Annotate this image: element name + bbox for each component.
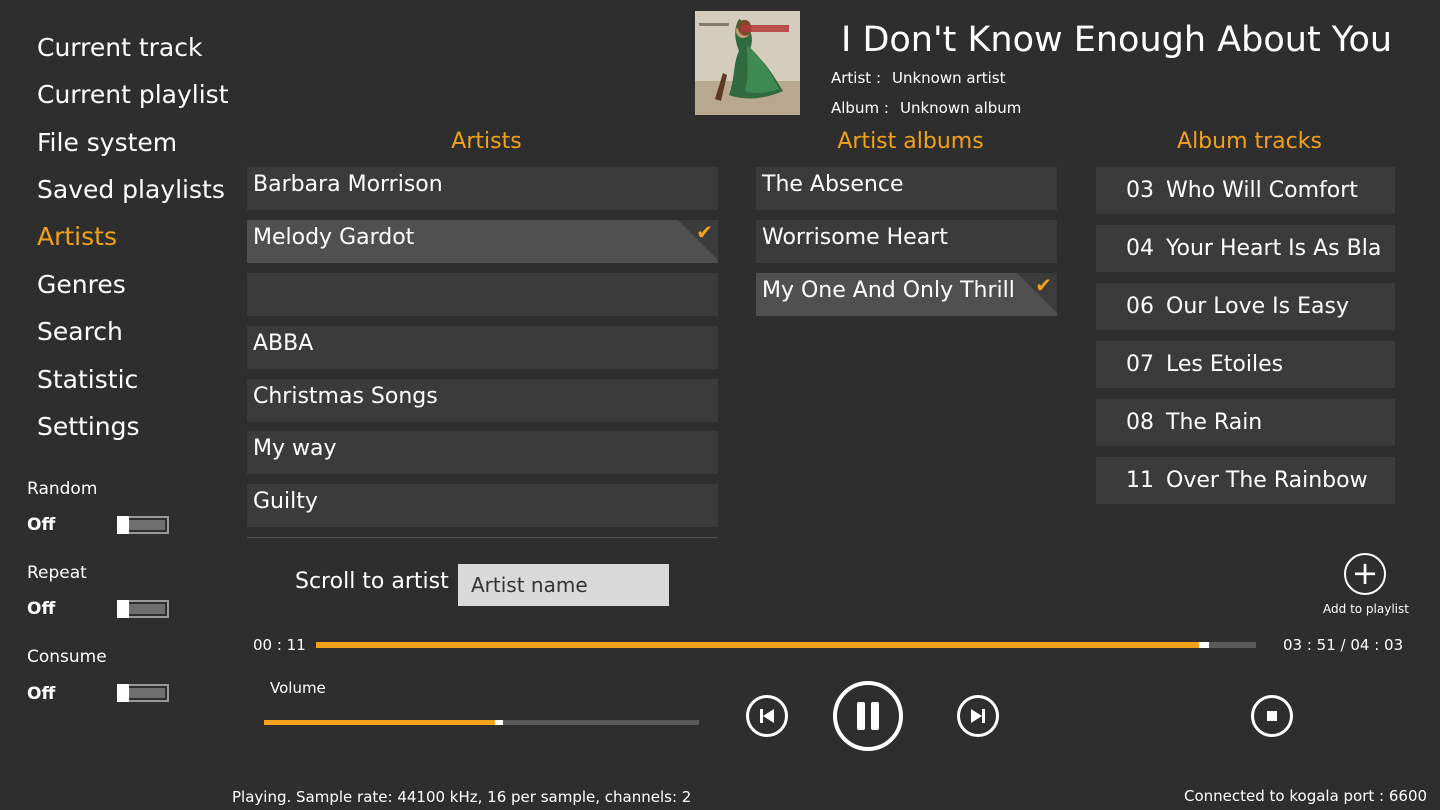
artist-item[interactable]: ABBA [247, 326, 718, 369]
track-item[interactable]: 07 Les Etoiles [1096, 341, 1395, 388]
volume-fill [264, 720, 499, 725]
track-item[interactable]: 03 Who Will Comfort [1096, 167, 1395, 214]
artist-item-label: Melody Gardot [253, 225, 415, 250]
checkmark-icon: ✔ [1035, 273, 1052, 297]
track-number: 04 [1126, 236, 1154, 261]
repeat-label: Repeat [27, 563, 87, 583]
album-item[interactable]: Worrisome Heart [756, 220, 1057, 263]
track-name: The Rain [1166, 410, 1263, 435]
track-number: 11 [1126, 468, 1154, 493]
previous-button[interactable] [746, 695, 788, 737]
album-art [695, 11, 800, 115]
nav-item-current-track[interactable]: Current track [37, 33, 202, 63]
artist-name-input[interactable] [458, 564, 669, 606]
artist-item[interactable]: Christmas Songs [247, 379, 718, 422]
add-to-playlist-label: Add to playlist [1323, 602, 1409, 616]
pause-icon [857, 702, 879, 730]
progress-thumb[interactable] [1199, 642, 1210, 648]
random-label: Random [27, 479, 98, 499]
track-number: 03 [1126, 178, 1154, 203]
random-value: Off [27, 515, 56, 535]
album-meta-value: Unknown album [900, 99, 1022, 117]
plus-icon: + [1351, 554, 1379, 592]
checkmark-icon: ✔ [696, 220, 713, 244]
artist-item[interactable]: My way [247, 431, 718, 474]
artist-item[interactable]: Barbara Morrison [247, 167, 718, 210]
status-playback-info: Playing. Sample rate: 44100 kHz, 16 per … [232, 788, 692, 806]
next-button[interactable] [957, 695, 999, 737]
stop-icon [1267, 711, 1277, 721]
album-meta-label: Album : [831, 99, 889, 117]
track-name: Your Heart Is As Bla [1166, 236, 1382, 261]
elapsed-time: 00 : 11 [253, 636, 306, 654]
artist-item-selected[interactable]: Melody Gardot ✔ [247, 220, 718, 263]
track-name: Who Will Comfort [1166, 178, 1358, 203]
track-item[interactable]: 04 Your Heart Is As Bla [1096, 225, 1395, 272]
nav-item-artists[interactable]: Artists [37, 222, 117, 252]
volume-slider[interactable] [264, 720, 699, 725]
track-title: I Don't Know Enough About You [841, 20, 1393, 60]
album-item-label: My One And Only Thrill [762, 278, 1015, 303]
album-item-selected[interactable]: My One And Only Thrill ✔ [756, 273, 1057, 316]
consume-value: Off [27, 684, 56, 704]
total-time: 03 : 51 / 04 : 03 [1283, 636, 1404, 654]
volume-label: Volume [270, 679, 326, 697]
track-number: 06 [1126, 294, 1154, 319]
consume-label: Consume [27, 647, 107, 667]
artist-meta-label: Artist : [831, 69, 881, 87]
random-toggle[interactable] [117, 516, 169, 534]
nav-item-statistic[interactable]: Statistic [37, 365, 138, 395]
nav-item-settings[interactable]: Settings [37, 412, 140, 442]
album-item[interactable]: The Absence [756, 167, 1057, 210]
tracks-header: Album tracks [1177, 129, 1322, 154]
album-cover-image [695, 11, 800, 115]
nav-item-file-system[interactable]: File system [37, 128, 177, 158]
status-connection: Connected to kogala port : 6600 [1184, 787, 1428, 805]
artist-item[interactable] [247, 273, 718, 316]
skip-next-icon [971, 709, 985, 723]
scroll-to-artist-label: Scroll to artist [295, 569, 449, 594]
track-name: Over The Rainbow [1166, 468, 1368, 493]
stop-button[interactable] [1251, 695, 1293, 737]
track-item[interactable]: 08 The Rain [1096, 399, 1395, 446]
track-item[interactable]: 06 Our Love Is Easy [1096, 283, 1395, 330]
artist-item[interactable]: Guilty [247, 484, 718, 527]
nav-item-genres[interactable]: Genres [37, 270, 126, 300]
pause-button[interactable] [833, 681, 903, 751]
nav-item-saved-playlists[interactable]: Saved playlists [37, 175, 225, 205]
add-to-playlist-button[interactable]: + [1344, 553, 1386, 595]
artists-header: Artists [451, 129, 522, 154]
repeat-value: Off [27, 599, 56, 619]
volume-thumb[interactable] [494, 720, 503, 725]
track-item[interactable]: 11 Over The Rainbow [1096, 457, 1395, 504]
progress-fill [316, 642, 1205, 648]
consume-toggle[interactable] [117, 684, 169, 702]
albums-header: Artist albums [837, 129, 984, 154]
track-name: Les Etoiles [1166, 352, 1284, 377]
list-divider [247, 537, 718, 538]
repeat-toggle[interactable] [117, 600, 169, 618]
nav-item-current-playlist[interactable]: Current playlist [37, 80, 229, 110]
progress-slider[interactable] [316, 642, 1256, 648]
nav-item-search[interactable]: Search [37, 317, 123, 347]
artist-meta-value: Unknown artist [892, 69, 1006, 87]
track-number: 07 [1126, 352, 1154, 377]
skip-previous-icon [760, 709, 774, 723]
track-number: 08 [1126, 410, 1154, 435]
track-name: Our Love Is Easy [1166, 294, 1349, 319]
